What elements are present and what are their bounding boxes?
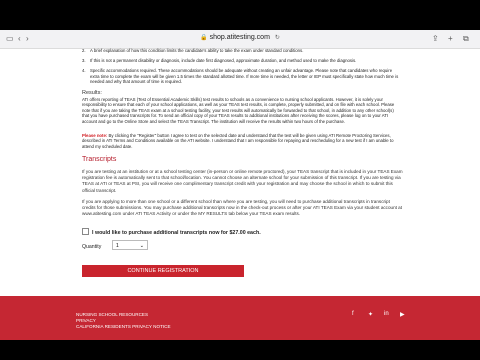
facebook-icon[interactable]: f <box>352 311 354 317</box>
url-text: shop.atitesting.com <box>209 34 270 41</box>
transcripts-paragraph-2: If you are applying to more than one sch… <box>82 199 403 217</box>
results-heading: Results: <box>82 90 102 96</box>
please-note-text: By clicking the "Register" button I agre… <box>82 133 394 149</box>
purchase-transcripts-checkbox[interactable] <box>82 228 89 235</box>
results-paragraph: ATI offers reporting of TEAS (Test of Es… <box>82 97 395 124</box>
purchase-transcripts-label: I would like to purchase additional tran… <box>92 230 261 236</box>
footer-link-ca-privacy[interactable]: CALIFORNIA RESIDENTS PRIVACY NOTICE <box>76 324 171 330</box>
chevron-down-icon: ⌄ <box>139 243 144 249</box>
twitter-icon[interactable]: ✦ <box>368 311 373 318</box>
add-tab-icon[interactable]: + <box>448 33 453 45</box>
address-bar[interactable]: 🔒 shop.atitesting.com ↻ <box>0 34 480 41</box>
reload-icon[interactable]: ↻ <box>275 35 280 41</box>
youtube-icon[interactable]: ▶ <box>400 311 405 318</box>
item-text: A brief explanation of how this conditio… <box>90 48 304 53</box>
quantity-label: Quantity <box>82 244 102 250</box>
browser-toolbar: ▭ ‹ › 🔒 shop.atitesting.com ↻ ⇪ + ⧉ <box>0 30 480 49</box>
bottom-letterbox <box>0 340 480 360</box>
please-note-paragraph: Please note: By clicking the "Register" … <box>82 133 402 149</box>
item-text: If this is not a permanent disability or… <box>90 58 357 63</box>
linkedin-icon[interactable]: in <box>384 311 389 317</box>
item-number: 3. <box>82 58 86 63</box>
share-icon[interactable]: ⇪ <box>432 33 439 45</box>
quantity-select[interactable]: 1 ⌄ <box>112 240 148 250</box>
footer-links: NURSING SCHOOL RESOURCES PRIVACY CALIFOR… <box>76 312 171 330</box>
continue-registration-button[interactable]: CONTINUE REGISTRATION <box>82 265 244 277</box>
transcripts-heading: Transcripts <box>82 156 117 163</box>
transcripts-paragraph-1: If you are testing at an institution or … <box>82 169 403 193</box>
purchase-transcripts-row: I would like to purchase additional tran… <box>82 228 261 236</box>
quantity-value: 1 <box>116 243 119 249</box>
item-text: Specific accommodations required. These … <box>90 68 399 84</box>
item-number: 2. <box>82 48 86 53</box>
site-footer: NURSING SCHOOL RESOURCES PRIVACY CALIFOR… <box>0 296 480 340</box>
top-letterbox <box>0 0 480 30</box>
lock-icon: 🔒 <box>200 35 208 41</box>
screen: ▭ ‹ › 🔒 shop.atitesting.com ↻ ⇪ + ⧉ 2. A … <box>0 0 480 360</box>
item-number: 4. <box>82 68 86 73</box>
tabs-icon[interactable]: ⧉ <box>463 33 469 45</box>
please-note-label: Please note: <box>82 133 108 138</box>
